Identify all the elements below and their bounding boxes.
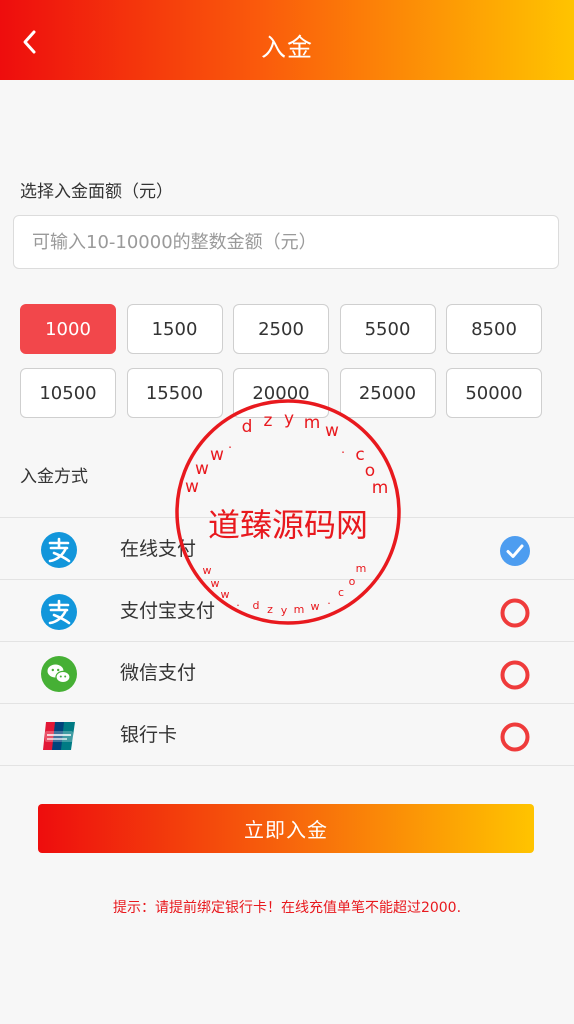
payment-method-list: 在线支付 支付宝支付 微信支付 银行卡 <box>0 517 574 766</box>
payment-method-label: 微信支付 <box>120 662 197 684</box>
amount-section-label: 选择入金面额（元） <box>20 182 173 202</box>
payment-section-label: 入金方式 <box>20 467 88 487</box>
payment-method-label: 银行卡 <box>120 724 178 746</box>
svg-text:w: w <box>210 445 224 465</box>
payment-method-label: 在线支付 <box>120 538 197 560</box>
amount-option-10500[interactable]: 10500 <box>20 368 116 418</box>
radio-unchecked-icon[interactable] <box>499 721 531 753</box>
tip-text: 提示：请提前绑定银行卡！在线充值单笔不能超过2000. <box>112 900 462 916</box>
svg-text:w: w <box>325 421 339 441</box>
payment-method-wechat[interactable]: 微信支付 <box>0 642 574 704</box>
svg-text:c: c <box>355 445 364 465</box>
svg-text:d: d <box>242 417 253 437</box>
svg-text:w: w <box>185 477 199 497</box>
svg-text:o: o <box>365 461 375 481</box>
submit-deposit-button[interactable]: 立即入金 <box>38 804 534 853</box>
amount-option-15500[interactable]: 15500 <box>126 368 223 418</box>
payment-method-bankcard[interactable]: 银行卡 <box>0 704 574 766</box>
svg-text:.: . <box>228 437 232 451</box>
amount-input[interactable] <box>13 215 559 269</box>
amount-option-8500[interactable]: 8500 <box>446 304 542 354</box>
svg-text:w: w <box>195 459 209 479</box>
radio-checked-icon[interactable] <box>499 535 531 567</box>
amount-option-25000[interactable]: 25000 <box>339 368 436 418</box>
radio-unchecked-icon[interactable] <box>499 659 531 691</box>
payment-method-alipay[interactable]: 支付宝支付 <box>0 580 574 642</box>
header-bar: 入金 <box>0 0 574 80</box>
alipay-icon <box>41 532 77 568</box>
amount-option-1500[interactable]: 1500 <box>126 304 223 354</box>
radio-unchecked-icon[interactable] <box>499 597 531 629</box>
amount-option-1000[interactable]: 1000 <box>20 304 116 354</box>
page-title: 入金 <box>260 33 313 62</box>
svg-text:.: . <box>341 442 345 456</box>
amount-option-20000[interactable]: 20000 <box>233 368 329 418</box>
amount-options: 1000 1500 2500 5500 8500 10500 15500 200… <box>20 304 542 418</box>
payment-method-online[interactable]: 在线支付 <box>0 518 574 580</box>
alipay-icon <box>41 594 77 630</box>
wechat-icon <box>41 656 77 692</box>
unionpay-icon <box>43 722 75 750</box>
payment-method-label: 支付宝支付 <box>120 600 216 622</box>
svg-text:m: m <box>372 478 389 498</box>
amount-option-2500[interactable]: 2500 <box>233 304 329 354</box>
amount-option-50000[interactable]: 50000 <box>446 368 542 418</box>
amount-option-5500[interactable]: 5500 <box>339 304 436 354</box>
